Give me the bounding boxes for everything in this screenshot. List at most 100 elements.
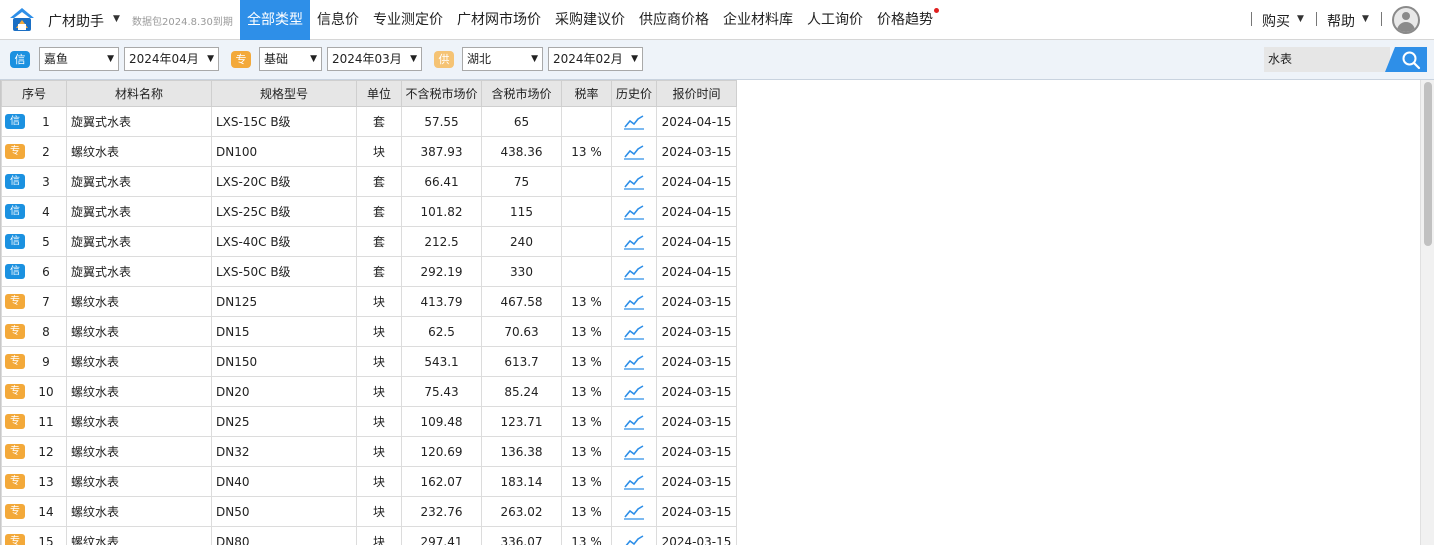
tab-enterprise-material-library[interactable]: 企业材料库 <box>716 0 800 40</box>
table-row[interactable]: 信 3 旋翼式水表 LXS-20C B级套 66.41 75 2024-04-15 <box>1 166 737 197</box>
tax-rate-cell: 13 % <box>561 136 612 167</box>
history-price-trend-icon[interactable] <box>611 436 657 467</box>
top-navigation-bar: 广材助手 ▼ 数据包2024.8.30到期 全部类型 信息价 专业测定价 广材网… <box>0 0 1434 40</box>
search-input[interactable]: 水表 <box>1264 47 1390 72</box>
col-header-history-price[interactable]: 历史价 <box>611 80 657 107</box>
quote-date-cell: 2024-03-15 <box>656 496 737 527</box>
col-header-seq[interactable]: 序号 <box>1 80 67 107</box>
history-price-trend-icon[interactable] <box>611 406 657 437</box>
history-price-trend-icon[interactable] <box>611 376 657 407</box>
supplier-region-select[interactable]: 湖北 ▼ <box>462 47 543 71</box>
table-row[interactable]: 专 13 螺纹水表 DN40 块 162.07 183.14 13 % 2024-03-15 <box>1 466 737 497</box>
tab-price-trend[interactable]: 价格趋势 <box>870 0 940 40</box>
table-row[interactable]: 信 4 旋翼式水表 LXS-25C B级套 101.82 115 2024-04-15 <box>1 196 737 227</box>
unit-cell: 套 <box>356 226 402 257</box>
seq-number: 3 <box>42 175 50 189</box>
vertical-scrollbar[interactable] <box>1420 80 1434 545</box>
history-price-trend-icon[interactable] <box>611 136 657 167</box>
material-name-cell: 螺纹水表 <box>66 466 212 497</box>
spec-cell: DN40 <box>211 466 357 497</box>
table-row[interactable]: 信 6 旋翼式水表 LXS-50C B级套 292.19 330 2024-04-15 <box>1 256 737 287</box>
source-tag: 信 <box>5 174 25 189</box>
price-in-tax-cell: 75 <box>481 166 562 197</box>
seq-cell: 专 13 <box>1 466 67 497</box>
spec-cell: LXS-15C B级 <box>211 106 357 137</box>
quote-date-cell: 2024-03-15 <box>656 436 737 467</box>
col-header-material-name[interactable]: 材料名称 <box>66 80 212 107</box>
history-price-trend-icon[interactable] <box>611 226 657 257</box>
professional-type-value: 基础 <box>264 52 289 66</box>
tab-purchase-suggested-price[interactable]: 采购建议价 <box>548 0 632 40</box>
history-price-trend-icon[interactable] <box>611 526 657 545</box>
buy-caret-icon[interactable]: ▼ <box>1297 14 1304 24</box>
history-price-trend-icon[interactable] <box>611 256 657 287</box>
tax-rate-cell <box>561 226 612 257</box>
col-header-price-ex-tax[interactable]: 不含税市场价 <box>401 80 482 107</box>
history-price-trend-icon[interactable] <box>611 166 657 197</box>
col-header-tax-rate[interactable]: 税率 <box>561 80 612 107</box>
table-row[interactable]: 专 10 螺纹水表 DN20 块 75.43 85.24 13 % 2024-03-15 <box>1 376 737 407</box>
professional-type-select[interactable]: 基础 ▼ <box>259 47 322 71</box>
tab-all-types[interactable]: 全部类型 <box>240 0 310 40</box>
seq-cell: 专 10 <box>1 376 67 407</box>
info-price-tag: 信 <box>10 51 30 68</box>
unit-cell: 套 <box>356 166 402 197</box>
seq-number: 15 <box>38 535 54 545</box>
table-row[interactable]: 信 5 旋翼式水表 LXS-40C B级套 212.5 240 2024-04-15 <box>1 226 737 257</box>
history-price-trend-icon[interactable] <box>611 496 657 527</box>
tab-professional-price[interactable]: 专业测定价 <box>366 0 450 40</box>
tab-manual-inquiry[interactable]: 人工询价 <box>800 0 870 40</box>
professional-period-select[interactable]: 2024年03月 ▼ <box>327 47 422 71</box>
history-price-trend-icon[interactable] <box>611 316 657 347</box>
scrollbar-thumb[interactable] <box>1424 82 1432 246</box>
dropdown-arrow-icon: ▼ <box>207 54 214 64</box>
source-tag: 专 <box>5 144 25 159</box>
seq-number: 10 <box>38 385 54 399</box>
price-ex-tax-cell: 413.79 <box>401 286 482 317</box>
history-price-trend-icon[interactable] <box>611 466 657 497</box>
price-ex-tax-cell: 387.93 <box>401 136 482 167</box>
info-city-select[interactable]: 嘉鱼 ▼ <box>39 47 119 71</box>
col-header-price-in-tax[interactable]: 含税市场价 <box>481 80 562 107</box>
app-menu-caret-icon[interactable]: ▼ <box>113 14 120 24</box>
supplier-price-tag: 供 <box>434 51 454 68</box>
table-row[interactable]: 专 9 螺纹水表 DN150 块 543.1 613.7 13 % 2024-03-15 <box>1 346 737 377</box>
buy-menu[interactable]: 购买 <box>1262 11 1290 31</box>
price-ex-tax-cell: 212.5 <box>401 226 482 257</box>
tab-info-price[interactable]: 信息价 <box>310 0 366 40</box>
tax-rate-cell: 13 % <box>561 436 612 467</box>
table-row[interactable]: 专 8 螺纹水表 DN15 块 62.5 70.63 13 % 2024-03-15 <box>1 316 737 347</box>
tax-rate-cell: 13 % <box>561 466 612 497</box>
tab-market-price[interactable]: 广材网市场价 <box>450 0 548 40</box>
source-tag: 专 <box>5 534 25 545</box>
tab-supplier-price[interactable]: 供应商价格 <box>632 0 716 40</box>
table-row[interactable]: 专 7 螺纹水表 DN125 块 413.79 467.58 13 % 2024-03-15 <box>1 286 737 317</box>
info-period-select[interactable]: 2024年04月 ▼ <box>124 47 219 71</box>
tax-rate-cell <box>561 196 612 227</box>
history-price-trend-icon[interactable] <box>611 286 657 317</box>
seq-cell: 信3 <box>1 166 67 197</box>
material-name-cell: 旋翼式水表 <box>66 106 212 137</box>
col-header-spec[interactable]: 规格型号 <box>211 80 357 107</box>
spec-cell: DN125 <box>211 286 357 317</box>
user-avatar-icon[interactable] <box>1392 6 1420 34</box>
table-row[interactable]: 专 15 螺纹水表 DN80 块 297.41 336.07 13 % 2024-03-15 <box>1 526 737 545</box>
table-row[interactable]: 专 2 螺纹水表 DN100 块 387.93 438.36 13 % 2024-03-15 <box>1 136 737 167</box>
search-button[interactable] <box>1385 47 1427 72</box>
help-menu[interactable]: 帮助 <box>1327 11 1355 31</box>
help-caret-icon[interactable]: ▼ <box>1362 14 1369 24</box>
history-price-trend-icon[interactable] <box>611 196 657 227</box>
col-header-quote-date[interactable]: 报价时间 <box>656 80 737 107</box>
price-ex-tax-cell: 66.41 <box>401 166 482 197</box>
app-title[interactable]: 广材助手 <box>48 11 104 31</box>
history-price-trend-icon[interactable] <box>611 106 657 137</box>
table-row[interactable]: 信 1 旋翼式水表 LXS-15C B级套 57.55 65 2024-04-15 <box>1 106 737 137</box>
table-row[interactable]: 专 12 螺纹水表 DN32 块 120.69 136.38 13 % 2024-03-15 <box>1 436 737 467</box>
supplier-period-select[interactable]: 2024年02月 ▼ <box>548 47 643 71</box>
history-price-trend-icon[interactable] <box>611 346 657 377</box>
tax-rate-cell <box>561 106 612 137</box>
col-header-unit[interactable]: 单位 <box>356 80 402 107</box>
table-row[interactable]: 专 11 螺纹水表 DN25 块 109.48 123.71 13 % 2024-03-15 <box>1 406 737 437</box>
table-row[interactable]: 专 14 螺纹水表 DN50 块 232.76 263.02 13 % 2024-03-15 <box>1 496 737 527</box>
unit-cell: 套 <box>356 106 402 137</box>
